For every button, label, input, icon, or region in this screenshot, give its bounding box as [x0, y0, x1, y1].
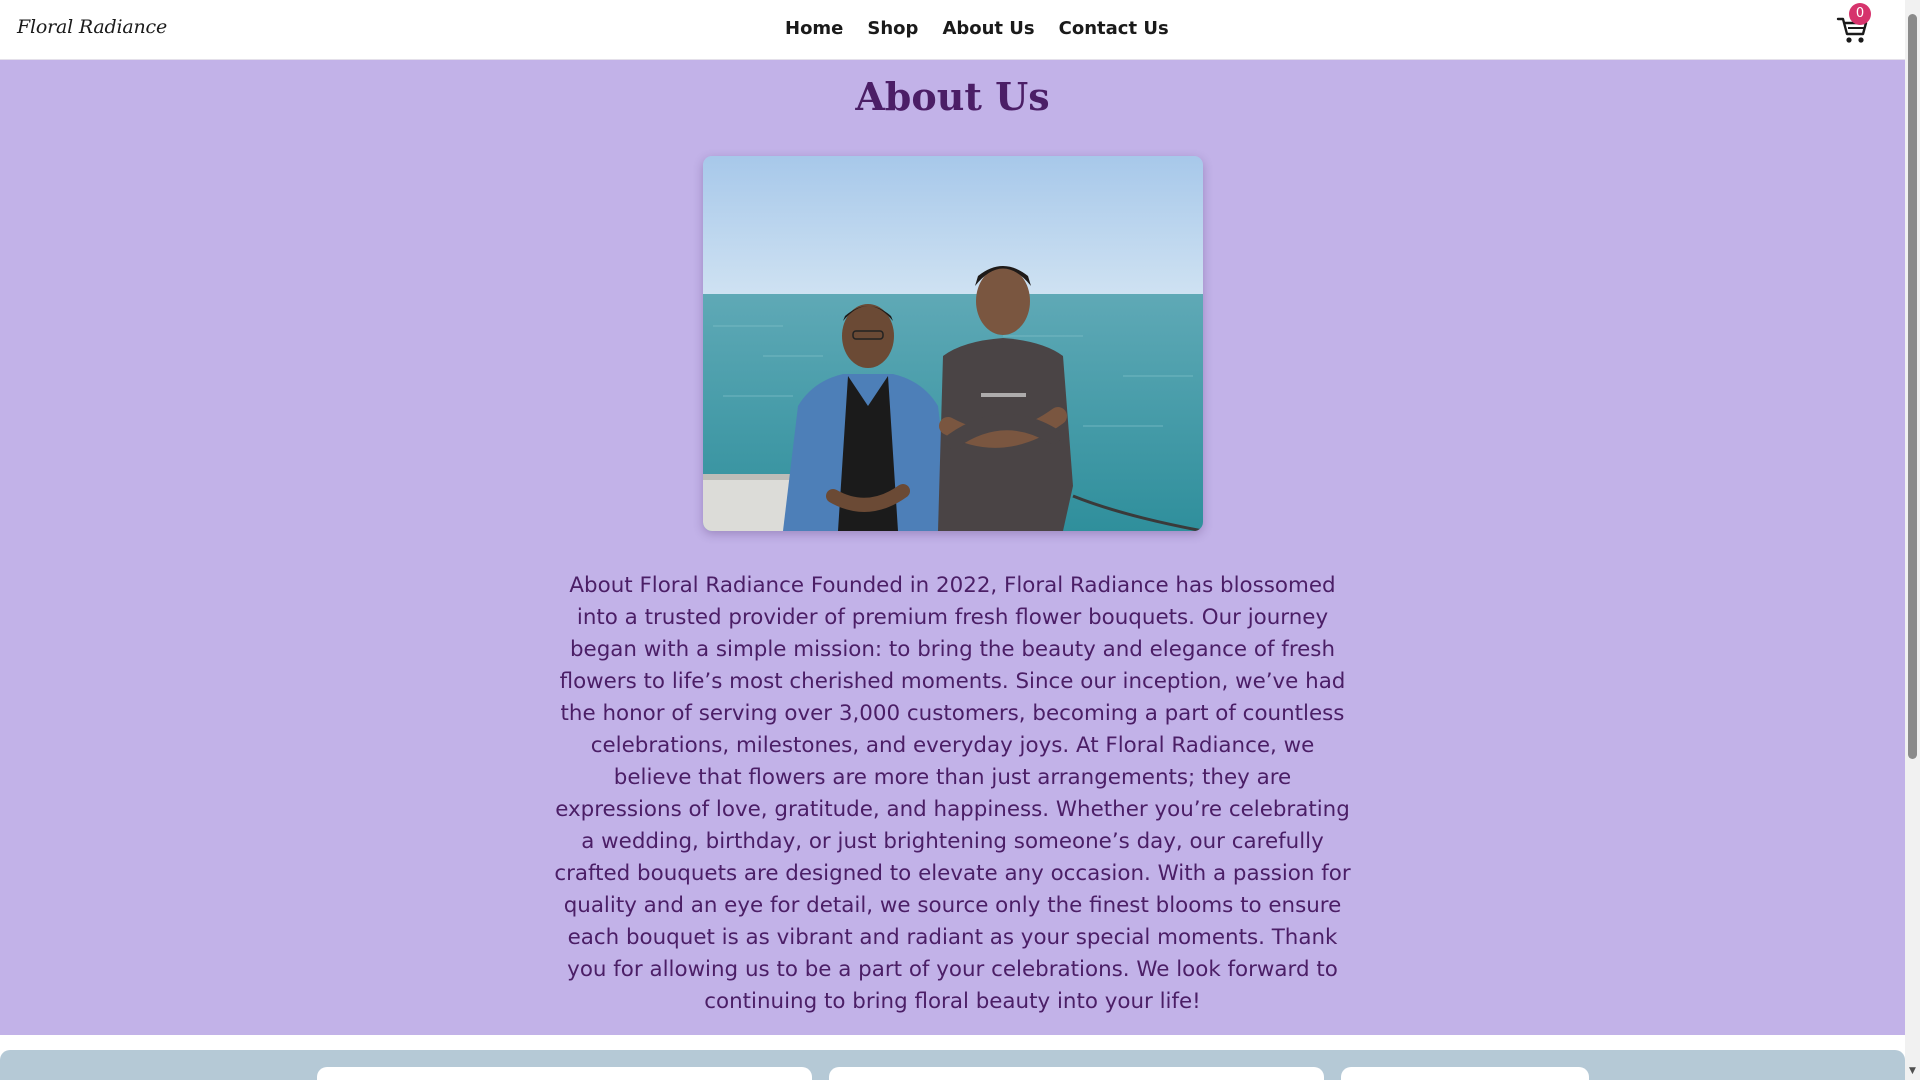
scrollbar-thumb[interactable] [1908, 14, 1917, 759]
nav-about-link[interactable]: About Us [942, 18, 1034, 39]
nav-shop-link[interactable]: Shop [867, 18, 918, 39]
site-header: Floral Radiance Home Shop About Us Conta… [0, 0, 1905, 60]
cart-count-badge: 0 [1849, 3, 1871, 25]
team-photo [703, 156, 1203, 531]
site-logo[interactable]: Floral Radiance [17, 16, 167, 38]
team-photo-illustration [703, 156, 1203, 531]
about-description: About Floral Radiance Founded in 2022, F… [554, 573, 1351, 1014]
product-card[interactable] [1341, 1067, 1589, 1080]
product-card[interactable] [317, 1067, 812, 1080]
about-title: About Us [855, 74, 1050, 119]
main-nav: Home Shop About Us Contact Us [785, 18, 1169, 39]
page-viewport: Floral Radiance Home Shop About Us Conta… [0, 0, 1905, 1080]
scroll-down-arrow-icon[interactable]: ▼ [1907, 1066, 1918, 1077]
product-card[interactable] [829, 1067, 1324, 1080]
nav-home-link[interactable]: Home [785, 18, 843, 39]
about-section: About Us About Floral Radiance Founded i… [0, 60, 1905, 1035]
nav-contact-link[interactable]: Contact Us [1059, 18, 1169, 39]
